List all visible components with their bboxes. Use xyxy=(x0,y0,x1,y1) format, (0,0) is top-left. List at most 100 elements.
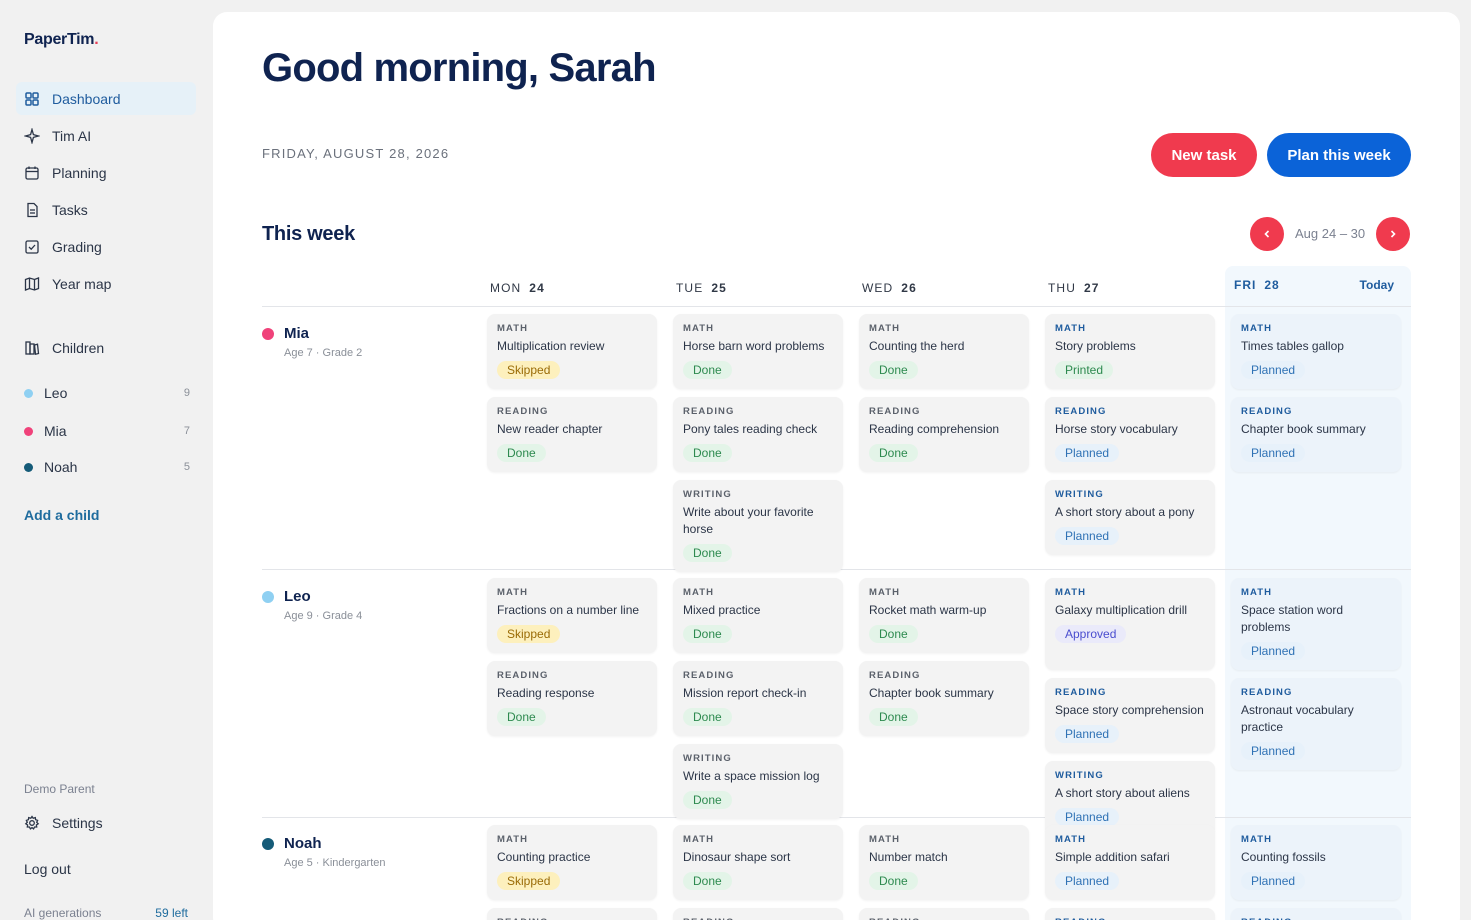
task-card[interactable]: WRITING Write a space mission log Done xyxy=(673,744,843,819)
task-card[interactable]: MATH Fractions on a number line Skipped xyxy=(487,578,657,653)
task-card[interactable]: MATH Multiplication review Skipped xyxy=(487,314,657,389)
task-card[interactable]: MATH Counting the herd Done xyxy=(859,314,1029,389)
task-card[interactable]: WRITING Write about your favorite horse Do… xyxy=(673,480,843,572)
task-status-badge: Skipped xyxy=(497,361,561,379)
task-title: A short story about aliens xyxy=(1055,786,1190,800)
task-title: Rocket math warm-up xyxy=(869,603,987,617)
task-card[interactable]: READING Space story comprehension Planned xyxy=(1045,678,1215,753)
sidebar-item-year-map[interactable]: Year map xyxy=(16,267,196,300)
task-title: Counting practice xyxy=(497,850,591,864)
child-row-name[interactable]: Noah xyxy=(262,835,322,852)
previous-week-button[interactable] xyxy=(1250,217,1284,251)
task-title: Counting fossils xyxy=(1241,850,1326,864)
day-header-fri: FRI 28 Today xyxy=(1234,278,1394,292)
task-status-badge: Done xyxy=(869,444,918,462)
task-title: Number match xyxy=(869,850,948,864)
task-status-badge: Done xyxy=(683,791,732,809)
child-color-dot xyxy=(262,590,274,603)
child-row-name[interactable]: Mia xyxy=(262,325,309,342)
task-card[interactable]: READING Reading comprehension Done xyxy=(859,397,1029,472)
sidebar-item-tasks[interactable]: Tasks xyxy=(16,193,196,226)
task-card[interactable]: MATH Rocket math warm-up Done xyxy=(859,578,1029,653)
chevron-left-icon xyxy=(1264,230,1270,238)
task-subject: READING xyxy=(497,406,549,417)
task-card[interactable]: MATH Dinosaur shape sort Done xyxy=(673,825,843,900)
task-status-badge: Printed xyxy=(1055,361,1114,379)
task-card[interactable]: READING xyxy=(673,908,843,920)
task-card[interactable]: MATH Galaxy multiplication drill Approved xyxy=(1045,578,1215,670)
task-card[interactable]: READING Astronaut vocabulary practice Plan… xyxy=(1231,678,1401,770)
chevron-right-icon xyxy=(1390,230,1396,238)
sidebar: PaperTim. Dashboard Tim AI Planning Task… xyxy=(0,0,212,920)
task-subject: READING xyxy=(1055,687,1107,698)
sidebar-item-tim-ai[interactable]: Tim AI xyxy=(16,119,196,152)
task-title: Horse barn word problems xyxy=(683,339,825,353)
task-status-badge: Planned xyxy=(1241,361,1306,379)
task-subject: MATH xyxy=(497,587,529,598)
task-card[interactable]: READING Reading response Done xyxy=(487,661,657,736)
task-card[interactable]: READING New reader chapter Done xyxy=(487,397,657,472)
task-title: New reader chapter xyxy=(497,422,603,436)
task-card[interactable]: MATH Simple addition safari Planned xyxy=(1045,825,1215,900)
logout-link[interactable]: Log out xyxy=(24,861,71,877)
child-name: Noah xyxy=(284,835,322,852)
sidebar-item-planning[interactable]: Planning xyxy=(16,156,196,189)
sidebar-child-leo[interactable]: Leo 9 xyxy=(24,382,190,404)
sidebar-item-label: Year map xyxy=(52,275,112,292)
child-color-dot xyxy=(24,462,33,472)
new-task-button[interactable]: New task xyxy=(1151,133,1257,177)
task-card[interactable]: MATH Counting practice Skipped xyxy=(487,825,657,900)
day-name: THU xyxy=(1048,281,1076,295)
child-age-grade: Age 9 · Grade 4 xyxy=(284,610,363,622)
task-status-badge: Approved xyxy=(1055,625,1127,643)
next-week-button[interactable] xyxy=(1376,217,1410,251)
sidebar-item-grading[interactable]: Grading xyxy=(16,230,196,263)
task-card[interactable]: READING xyxy=(1231,908,1401,920)
task-card[interactable]: READING xyxy=(859,908,1029,920)
task-card[interactable]: READING Pony tales reading check Done xyxy=(673,397,843,472)
task-status-badge: Skipped xyxy=(497,872,561,890)
task-card[interactable]: MATH Space station word problems Planned xyxy=(1231,578,1401,670)
task-title: Simple addition safari xyxy=(1055,850,1170,864)
task-card[interactable]: MATH Story problems Printed xyxy=(1045,314,1215,389)
ai-generations-meter: AI generations 59 left xyxy=(24,906,188,920)
row-divider xyxy=(262,306,1411,307)
task-card[interactable]: MATH Mixed practice Done xyxy=(673,578,843,653)
task-subject: READING xyxy=(1241,406,1293,417)
child-row-name[interactable]: Leo xyxy=(262,588,311,605)
task-card[interactable]: READING Chapter book summary Done xyxy=(859,661,1029,736)
task-title: Fractions on a number line xyxy=(497,603,640,617)
day-number: 25 xyxy=(711,281,727,295)
task-status-badge: Done xyxy=(683,872,732,890)
task-status-badge: Done xyxy=(869,361,918,379)
settings-link[interactable]: Settings xyxy=(24,815,103,831)
plan-week-button[interactable]: Plan this week xyxy=(1267,133,1411,177)
task-title: Reading response xyxy=(497,686,595,700)
day-name: MON xyxy=(490,281,522,295)
task-card[interactable]: MATH Horse barn word problems Done xyxy=(673,314,843,389)
task-status-badge: Planned xyxy=(1241,642,1306,660)
task-card[interactable]: MATH Number match Done xyxy=(859,825,1029,900)
task-card[interactable]: READING xyxy=(1045,908,1215,920)
task-status-badge: Planned xyxy=(1241,742,1306,760)
child-name: Leo xyxy=(284,588,311,605)
task-card[interactable]: READING Mission report check-in Done xyxy=(673,661,843,736)
task-card[interactable]: READING Chapter book summary Planned xyxy=(1231,397,1401,472)
sidebar-child-noah[interactable]: Noah 5 xyxy=(24,456,190,478)
add-child-link[interactable]: Add a child xyxy=(24,507,99,523)
gear-icon xyxy=(24,815,40,831)
task-card[interactable]: READING xyxy=(487,908,657,920)
task-card[interactable]: MATH Counting fossils Planned xyxy=(1231,825,1401,900)
task-card[interactable]: MATH Times tables gallop Planned xyxy=(1231,314,1401,389)
task-title: Mixed practice xyxy=(683,603,761,617)
task-subject: MATH xyxy=(1055,587,1087,598)
task-card[interactable]: READING Horse story vocabulary Planned xyxy=(1045,397,1215,472)
sidebar-item-dashboard[interactable]: Dashboard xyxy=(16,82,196,115)
task-title: Write a space mission log xyxy=(683,769,820,783)
sidebar-child-mia[interactable]: Mia 7 xyxy=(24,420,190,442)
sidebar-item-children[interactable]: Children xyxy=(16,331,196,364)
brand-logo[interactable]: PaperTim. xyxy=(24,31,99,49)
task-title: Space story comprehension xyxy=(1055,703,1204,717)
task-card[interactable]: WRITING A short story about a pony Planned xyxy=(1045,480,1215,555)
task-title: Chapter book summary xyxy=(869,686,994,700)
